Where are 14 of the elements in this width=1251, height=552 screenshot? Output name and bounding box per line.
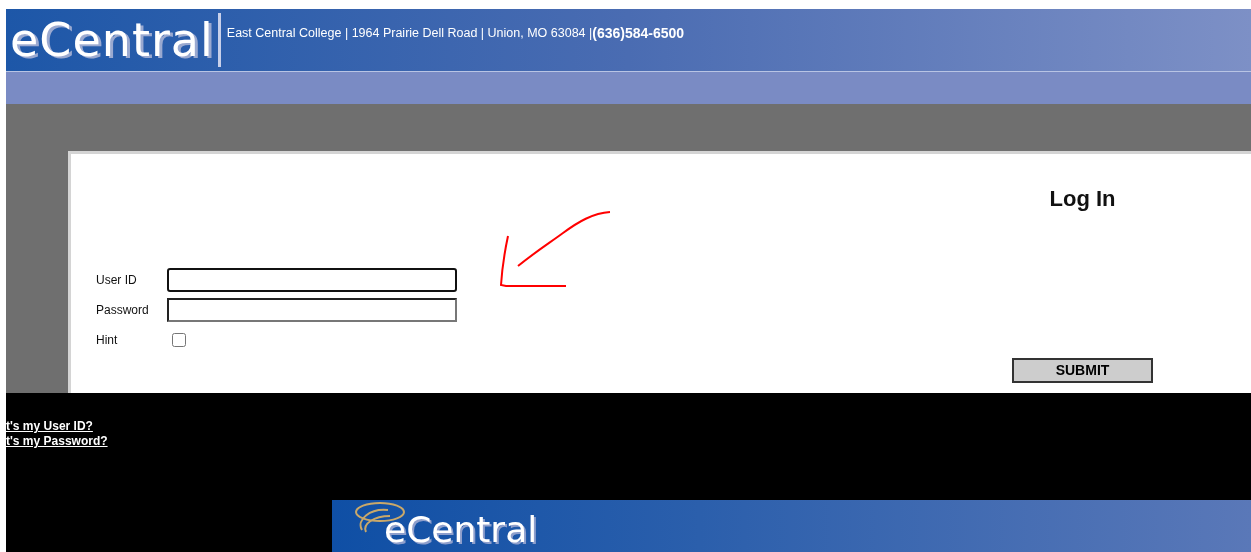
address-text: East Central College | 1964 Prairie Dell Road | Union, MO 63084 | [226, 26, 593, 41]
help-link[interactable]: t's my User ID? [6, 419, 1251, 434]
phone-number: (636)584-6500 [592, 25, 685, 42]
user-id-field[interactable] [167, 267, 457, 292]
hint-checkbox[interactable] [172, 332, 186, 347]
field-label: Password [96, 302, 150, 317]
help-link[interactable]: t's my Password? [6, 434, 1251, 449]
field-label: User ID [96, 272, 138, 287]
logo: eCentral [384, 508, 538, 550]
login-title: Log In [1049, 185, 1116, 212]
submit-button[interactable]: SUBMIT [1012, 357, 1153, 383]
logo: eCentral [10, 13, 221, 68]
field-label: Hint [96, 332, 119, 347]
password-field[interactable] [167, 297, 457, 322]
